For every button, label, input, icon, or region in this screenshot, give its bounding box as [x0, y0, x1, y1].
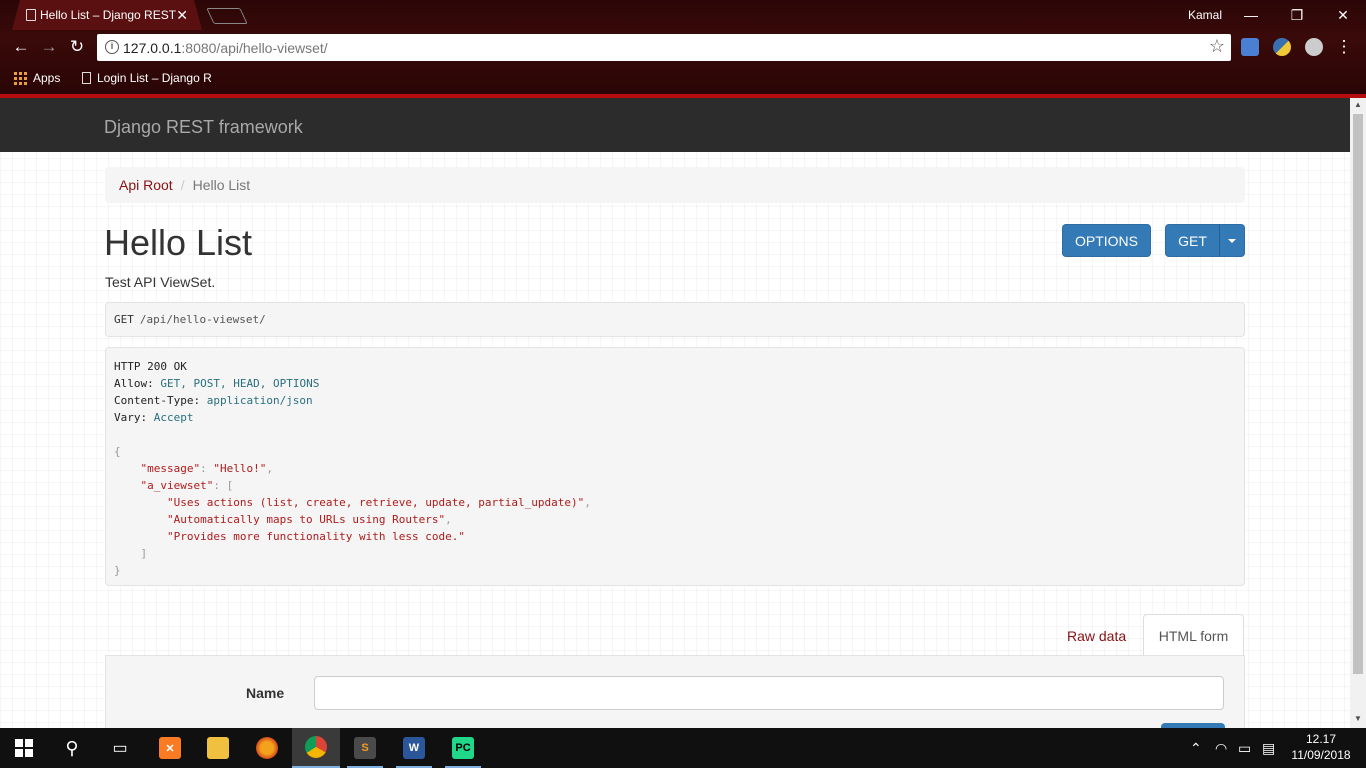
clock-date: 11/09/2018 [1291, 748, 1351, 762]
json-key-viewset: "a_viewset" [140, 479, 214, 492]
breadcrumb-api-root[interactable]: Api Root [119, 177, 173, 193]
request-method: GET [114, 313, 134, 326]
header-value: application/json [206, 394, 313, 407]
breadcrumb: Api Root / Hello List [105, 167, 1245, 203]
browser-toolbar: ← → ↻ i 127.0.0.1:8080/api/hello-viewset… [0, 30, 1366, 66]
json-value-message: "Hello!" [213, 462, 267, 475]
bookmark-login-list[interactable]: Login List – Django R [82, 71, 212, 85]
extension-icon[interactable] [1305, 38, 1323, 56]
header-value: GET, POST, HEAD, OPTIONS [160, 377, 320, 390]
get-format-dropdown[interactable] [1219, 224, 1245, 257]
minimize-button[interactable]: — [1228, 0, 1274, 30]
apps-label: Apps [33, 71, 61, 85]
python-extension-icon[interactable] [1273, 38, 1291, 56]
tray-overflow-icon[interactable]: ⌃ [1190, 728, 1202, 768]
chrome-taskbar-icon[interactable] [292, 728, 340, 768]
page-viewport: Django REST framework Api Root / Hello L… [0, 98, 1350, 728]
options-button[interactable]: OPTIONS [1062, 224, 1151, 257]
page-icon [26, 9, 36, 21]
back-arrow-icon[interactable]: ← [10, 36, 32, 58]
windows-taskbar: ⚲ ▭ ✕ S W PC ⌃ ◠ ▭ ▤ 12.17 11/09/2018 [0, 728, 1366, 768]
address-bar[interactable]: i 127.0.0.1:8080/api/hello-viewset/ ☆ [97, 34, 1231, 61]
apps-bookmark[interactable]: Apps [14, 71, 60, 85]
apps-grid-icon [14, 71, 27, 85]
file-explorer-icon[interactable] [194, 728, 242, 768]
page-description: Test API ViewSet. [105, 274, 216, 290]
url-host: 127.0.0.1 [123, 39, 182, 56]
battery-icon[interactable]: ▭ [1238, 728, 1251, 768]
html-form-panel: Name [105, 655, 1245, 728]
name-label: Name [246, 685, 285, 701]
notification-icon[interactable]: ▤ [1262, 728, 1275, 768]
restore-button[interactable]: ❐ [1274, 0, 1320, 30]
translate-extension-icon[interactable] [1241, 38, 1259, 56]
breadcrumb-separator: / [180, 177, 185, 193]
reload-icon[interactable]: ↻ [66, 36, 88, 58]
chrome-menu-icon[interactable]: ⋮ [1333, 36, 1355, 58]
scrollbar-thumb[interactable] [1353, 114, 1363, 674]
bookmark-label: Login List – Django R [97, 71, 212, 85]
json-open-bracket: [ [226, 479, 234, 492]
wifi-icon[interactable]: ◠ [1215, 728, 1227, 768]
header-key: Content-Type: [114, 394, 201, 407]
brand-link[interactable]: Django REST framework [104, 117, 303, 138]
scroll-up-arrow-icon[interactable]: ▲ [1354, 100, 1362, 109]
browser-tab-active[interactable]: Hello List – Django REST ✕ [12, 0, 202, 30]
scroll-down-arrow-icon[interactable]: ▼ [1354, 714, 1362, 723]
response-status: HTTP 200 OK [114, 360, 187, 373]
task-view-icon[interactable]: ▭ [96, 728, 144, 768]
profile-name[interactable]: Kamal [1188, 8, 1222, 22]
json-key-message: "message" [140, 462, 201, 475]
windows-logo-icon [15, 739, 33, 757]
pycharm-icon[interactable]: PC [439, 728, 487, 768]
clock-time: 12.17 [1305, 732, 1337, 746]
header-key: Allow: [114, 377, 154, 390]
bookmark-star-icon[interactable]: ☆ [1209, 36, 1225, 57]
sublime-text-icon[interactable]: S [341, 728, 389, 768]
bookmarks-bar: Apps Login List – Django R [0, 66, 1366, 92]
caret-down-icon [1228, 238, 1236, 243]
tab-raw-data[interactable]: Raw data [1067, 628, 1126, 644]
json-list-item: "Automatically maps to URLs using Router… [166, 513, 446, 526]
header-key: Vary: [114, 411, 148, 424]
response-info: HTTP 200 OK Allow: GET, POST, HEAD, OPTI… [105, 347, 1245, 586]
search-icon[interactable]: ⚲ [48, 728, 96, 768]
new-tab-button[interactable] [206, 8, 248, 24]
info-icon[interactable]: i [105, 40, 119, 54]
json-open-brace: { [114, 445, 121, 458]
tab-close-icon[interactable]: ✕ [176, 7, 188, 24]
tab-strip: Hello List – Django REST ✕ Kamal — ❐ ✕ [0, 0, 1366, 30]
word-icon[interactable]: W [390, 728, 438, 768]
header-value: Accept [153, 411, 194, 424]
json-list-item: "Provides more functionality with less c… [166, 530, 465, 543]
json-close-bracket: ] [140, 547, 148, 560]
drf-navbar: Django REST framework [0, 98, 1350, 152]
browser-chrome: Hello List – Django REST ✕ Kamal — ❐ ✕ ←… [0, 0, 1366, 98]
tab-title: Hello List – Django REST [40, 8, 177, 22]
close-window-button[interactable]: ✕ [1320, 0, 1366, 30]
json-close-brace: } [114, 564, 121, 577]
forward-arrow-icon[interactable]: → [38, 36, 60, 58]
page-title: Hello List [104, 222, 253, 263]
url-path: :8080/api/hello-viewset/ [181, 39, 328, 56]
page-icon [82, 72, 91, 84]
request-path: /api/hello-viewset/ [139, 313, 266, 326]
tab-html-form[interactable]: HTML form [1143, 614, 1244, 656]
start-button[interactable] [0, 728, 48, 768]
taskbar-clock[interactable]: 12.17 11/09/2018 [1288, 731, 1354, 763]
name-input[interactable] [314, 676, 1224, 710]
breadcrumb-current: Hello List [192, 177, 251, 193]
firefox-icon[interactable] [243, 728, 291, 768]
json-list-item: "Uses actions (list, create, retrieve, u… [166, 496, 585, 509]
request-info: GET /api/hello-viewset/ [105, 302, 1245, 337]
xampp-app-icon[interactable]: ✕ [146, 728, 194, 768]
page-scrollbar[interactable]: ▲ ▼ [1350, 98, 1366, 728]
get-button[interactable]: GET [1165, 224, 1220, 257]
